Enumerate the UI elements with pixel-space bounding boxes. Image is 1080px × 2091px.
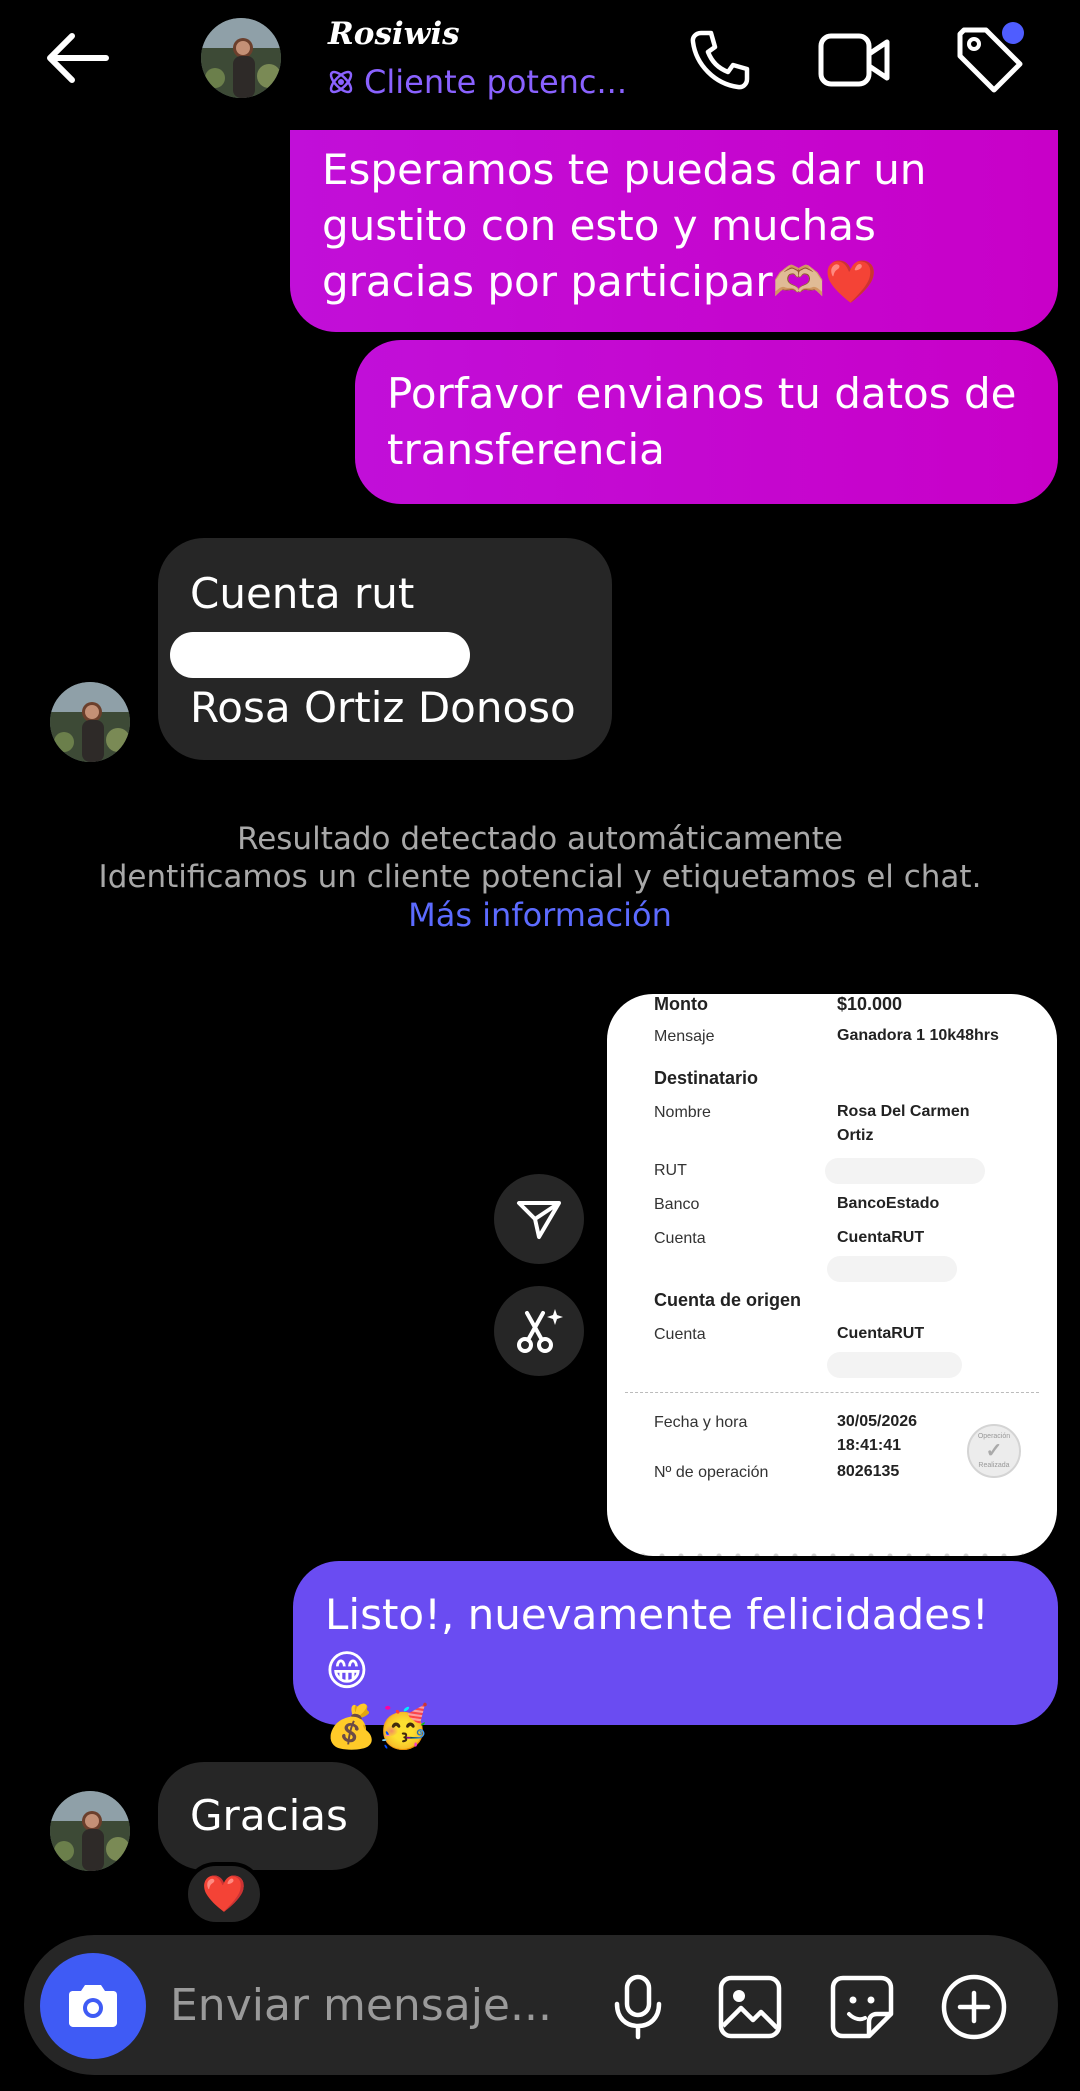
receipt-monto-value: $10.000 <box>837 994 903 1014</box>
receipt-origen-title: Cuenta de origen <box>654 1290 802 1310</box>
redacted-rut-value <box>825 1158 985 1184</box>
message-line: Gracias <box>190 1791 348 1840</box>
contact-avatar[interactable] <box>201 18 281 98</box>
outgoing-message[interactable]: Porfavor envianos tu datos de transferen… <box>355 340 1058 504</box>
redacted-account-number <box>827 1256 957 1282</box>
potential-client-label[interactable]: Cliente potenc... <box>326 63 627 101</box>
video-icon[interactable] <box>816 22 892 98</box>
message-line: Porfavor envianos tu datos de <box>387 369 1017 418</box>
receipt-torn-edge <box>637 1550 1027 1556</box>
back-arrow-icon[interactable] <box>42 26 114 90</box>
incoming-message[interactable]: Cuenta rut Rosa Ortiz Donoso <box>158 538 612 760</box>
receipt-fecha-value-2: 18:41:41 <box>837 1437 902 1454</box>
receipt-cuenta-value: CuentaRUT <box>837 1229 925 1246</box>
contact-avatar-small[interactable] <box>50 682 130 762</box>
share-button[interactable] <box>494 1174 584 1264</box>
contact-avatar-small[interactable] <box>50 1791 130 1871</box>
outgoing-message[interactable]: Listo!, nuevamente felicidades!😁 💰🥳 <box>293 1561 1058 1751</box>
outgoing-message[interactable]: Esperamos te puedas dar un gustito con e… <box>290 100 1058 332</box>
chat-header: Rosiwis Cliente potenc... <box>0 0 1080 130</box>
message-line: Rosa Ortiz Donoso <box>190 683 576 732</box>
stamp-digit: ✓ <box>985 1440 1003 1462</box>
receipt-destinatario-title: Destinatario <box>654 1068 759 1088</box>
phone-icon[interactable] <box>682 22 758 98</box>
receipt-operacion-value: 8026135 <box>837 1463 900 1480</box>
sticker-icon[interactable] <box>826 1971 898 2043</box>
receipt-mensaje-value: Ganadora 1 10k48hrs <box>837 1027 999 1044</box>
message-line: Esperamos te puedas dar un <box>322 145 927 194</box>
receipt-origen-cuenta-value: CuentaRUT <box>837 1325 925 1342</box>
gallery-icon[interactable] <box>714 1971 786 2043</box>
receipt-rut-label: RUT <box>654 1162 687 1179</box>
contact-name[interactable]: Rosiwis <box>328 16 460 52</box>
receipt-origen-cuenta-label: Cuenta <box>654 1326 706 1343</box>
message-input[interactable] <box>170 1975 590 2035</box>
receipt-divider <box>625 1392 1039 1393</box>
receipt-banco-label: Banco <box>654 1196 700 1213</box>
message-line: Listo!, nuevamente felicidades!😁 <box>325 1590 989 1695</box>
ai-edit-button[interactable] <box>494 1286 584 1376</box>
message-line: 💰🥳 <box>325 1702 430 1751</box>
redacted-origin-account <box>827 1352 962 1378</box>
more-info-link[interactable]: Más información <box>0 896 1080 934</box>
auto-detected-note: Resultado detectado automáticamente Iden… <box>0 820 1080 934</box>
heart-reaction[interactable]: ❤️ <box>184 1862 264 1926</box>
receipt-mensaje-label: Mensaje <box>654 1028 715 1045</box>
receipt-monto-label: Monto <box>654 994 708 1014</box>
message-line: gracias por participar🫶🏼❤️ <box>322 257 878 306</box>
tag-icon[interactable] <box>952 22 1028 98</box>
message-line: gustito con esto y muchas <box>322 201 876 250</box>
camera-button[interactable] <box>40 1953 146 2059</box>
stamp-text-2: Realizada <box>978 1462 1010 1469</box>
camera-icon <box>69 1985 117 2027</box>
microphone-icon[interactable] <box>602 1971 674 2043</box>
incoming-message[interactable]: Gracias <box>158 1762 378 1870</box>
send-paper-plane-icon <box>517 1201 561 1239</box>
receipt-cuenta-label: Cuenta <box>654 1230 706 1247</box>
note-line1: Resultado detectado automáticamente <box>237 821 843 857</box>
message-line: transferencia <box>387 425 665 474</box>
receipt-banco-value: BancoEstado <box>837 1195 940 1212</box>
potential-client-text: Cliente potenc... <box>364 63 628 101</box>
operation-stamp: Operación ✓ Realizada <box>967 1424 1021 1478</box>
note-line2: Identificamos un cliente potencial y eti… <box>98 859 982 895</box>
message-line: Cuenta rut <box>190 569 415 618</box>
add-icon[interactable] <box>938 1971 1010 2043</box>
receipt-nombre-label: Nombre <box>654 1104 711 1121</box>
redacted-rut <box>170 632 470 678</box>
scissors-sparkle-icon <box>517 1309 563 1353</box>
receipt-fecha-label: Fecha y hora <box>654 1414 748 1431</box>
transfer-receipt-image[interactable]: Monto $10.000 Mensaje Ganadora 1 10k48hr… <box>607 994 1057 1556</box>
notification-dot <box>1002 22 1024 44</box>
atom-icon <box>329 70 353 94</box>
message-composer <box>24 1935 1058 2075</box>
receipt-nombre-value-1: Rosa Del Carmen <box>837 1103 970 1120</box>
receipt-operacion-label: Nº de operación <box>654 1464 769 1481</box>
receipt-nombre-value-2: Ortiz <box>837 1127 874 1144</box>
receipt-fecha-value-1: 30/05/2026 <box>837 1413 918 1430</box>
